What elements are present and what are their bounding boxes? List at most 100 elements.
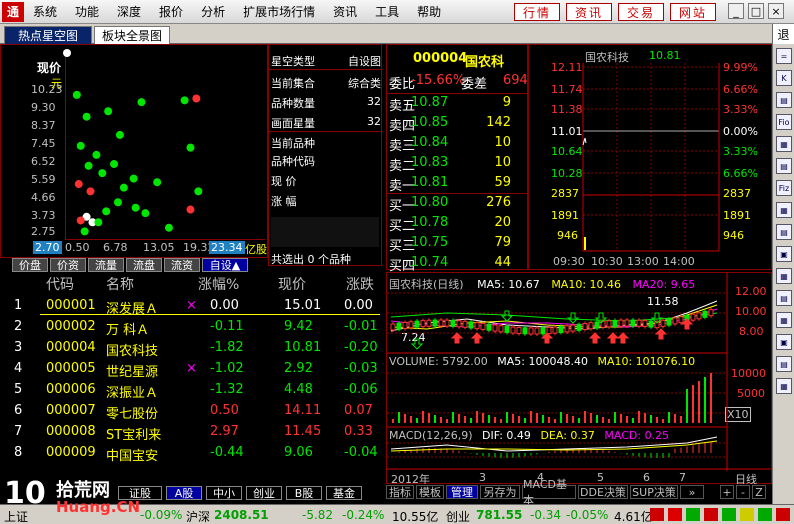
report-icon[interactable]: ▤ [776,92,792,108]
tab-sector-panorama[interactable]: 板块全景图 [94,26,170,44]
col-header-name[interactable]: 名称 [106,274,134,294]
info-header-value[interactable]: 自设图 [348,53,381,69]
more-tabs-icon[interactable]: » [680,485,704,499]
table-row[interactable]: 2 000002 万 科Ａ -0.11 9.42 -0.01 [0,317,384,338]
order-book-row[interactable]: 卖五 10.87 9 [389,95,527,115]
tab-price-asset[interactable]: 价资 [50,258,86,272]
hs-index-label[interactable]: 沪深 [186,508,210,524]
stock-star-point[interactable] [92,150,101,159]
stock-star-point[interactable] [94,218,103,227]
stock-star-point[interactable] [63,49,71,57]
kline-icon[interactable]: K [776,70,792,86]
stock-star-point[interactable] [186,205,195,214]
tab-indicator[interactable]: 指标 [386,485,414,499]
col-header-change[interactable]: 涨跌 [346,274,374,294]
table-icon[interactable]: ▤ [776,158,792,174]
menu-tools[interactable]: 工具 [366,3,408,20]
star-scatter-panel[interactable]: 现价 元 10.23 9.30 8.37 7.45 6.52 5.59 4.66… [0,44,268,258]
col-header-price[interactable]: 现价 [278,274,306,294]
menu-depth[interactable]: 深度 [108,3,150,20]
f10-icon[interactable]: Fio [776,114,792,130]
table-row[interactable]: 8 000009 中国宝安 -0.44 9.06 -0.04 [0,443,384,464]
stock-star-point[interactable] [192,94,201,103]
tab-macd-basic[interactable]: MACD基本 [522,478,576,507]
news-button[interactable]: 资讯 [566,3,612,21]
window-icon[interactable]: ▣ [776,334,792,350]
zoom-out-button[interactable]: - [736,485,750,499]
order-book-row[interactable]: 卖一 10.81 59 [389,175,527,195]
zoom-in-button[interactable]: + [720,485,734,499]
stock-star-point[interactable] [137,98,146,107]
menu-extended-market[interactable]: 扩展市场行情 [234,3,324,20]
x-range-start-badge[interactable]: 2.70 [33,241,62,254]
col-header-pct[interactable]: 涨幅% [198,274,239,294]
tab-float[interactable]: 流量 [88,258,124,272]
table-row[interactable]: 5 000006 深振业Ａ -1.32 4.48 -0.06 [0,380,384,401]
stock-star-point[interactable] [84,161,93,170]
order-book-row[interactable]: 买三 10.75 79 [389,235,527,255]
layout-icon[interactable]: ▦ [776,202,792,218]
settings-icon[interactable]: ▦ [776,378,792,394]
stock-star-point[interactable] [80,227,89,236]
tab-sme[interactable]: 中小 [206,486,242,500]
table-row[interactable]: 4 000005 世纪星源 × -1.02 2.92 -0.03 [0,359,384,380]
stock-star-point[interactable] [115,130,124,139]
stock-star-point[interactable] [76,141,85,150]
stock-star-point[interactable] [153,178,162,187]
trade-button[interactable]: 交易 [618,3,664,21]
stock-star-point[interactable] [82,112,91,121]
list-icon[interactable]: ▤ [776,290,792,306]
z-button[interactable]: Z [752,485,766,499]
chart-icon[interactable]: ▣ [776,246,792,262]
tab-custom[interactable]: 自设▲ [202,258,248,272]
order-book-row[interactable]: 买二 10.78 20 [389,215,527,235]
fiz-icon[interactable]: Fiz [776,180,792,196]
stock-star-point[interactable] [104,107,113,116]
tab-dde-decision[interactable]: DDE决策 [578,485,628,499]
kline-chart-panel[interactable]: 国农科技(日线) MA5: 10.67 MA10: 10.46 MA20: 9.… [386,272,772,486]
stock-star-point[interactable] [76,216,85,225]
panel-icon[interactable]: ▦ [776,312,792,328]
menu-news[interactable]: 资讯 [324,3,366,20]
col-header-code[interactable]: 代码 [46,274,74,294]
stock-star-point[interactable] [98,169,107,178]
menu-help[interactable]: 帮助 [408,3,450,20]
stock-star-point[interactable] [164,223,173,232]
stock-star-point[interactable] [180,96,189,105]
stock-star-point[interactable] [129,174,138,183]
page-icon[interactable]: ▤ [776,356,792,372]
quote-button[interactable]: 行情 [514,3,560,21]
order-book-row[interactable]: 卖四 10.85 142 [389,115,527,135]
stock-star-point[interactable] [113,198,122,207]
tab-float-asset[interactable]: 流资 [164,258,200,272]
intraday-chart-panel[interactable]: 国农科技 10.81 12.11 11.74 11.38 11.01 10.64… [528,44,772,270]
matrix-icon[interactable]: ▦ [776,268,792,284]
tab-float-cap[interactable]: 流盘 [126,258,162,272]
order-book-row[interactable]: 买一 10.80 276 [389,195,527,215]
tab-sup-decision[interactable]: SUP决策 [630,485,678,499]
stock-star-point[interactable] [86,187,95,196]
stock-star-point[interactable] [74,180,83,189]
tab-funds[interactable]: 基金 [326,486,362,500]
close-button[interactable]: × [768,3,784,19]
table-row[interactable]: 6 000007 零七股份 0.50 14.11 0.07 [0,401,384,422]
table-row[interactable]: 1 000001 深发展Ａ × 0.00 15.01 0.00 [0,296,384,317]
list-view-icon[interactable]: = [776,48,792,64]
stock-star-point[interactable] [186,143,195,152]
grid-icon[interactable]: ▦ [776,136,792,152]
minimize-button[interactable]: _ [728,3,744,19]
menu-quote[interactable]: 报价 [150,3,192,20]
maximize-button[interactable]: □ [748,3,764,19]
table-row[interactable]: 7 000008 ST宝利来 2.97 11.45 0.33 [0,422,384,443]
tab-chinext[interactable]: 创业 [246,486,282,500]
scatter-plot-area[interactable] [1,45,267,257]
order-book-row[interactable]: 卖三 10.84 10 [389,135,527,155]
tab-save-as[interactable]: 另存为 [480,485,520,499]
tab-b-shares[interactable]: B股 [286,486,322,500]
stock-star-point[interactable] [119,183,128,192]
stock-star-point[interactable] [72,90,81,99]
website-button[interactable]: 网站 [670,3,716,21]
document-icon[interactable]: ▤ [776,224,792,240]
stock-star-point[interactable] [141,209,150,218]
back-button[interactable]: 退 [772,24,794,44]
